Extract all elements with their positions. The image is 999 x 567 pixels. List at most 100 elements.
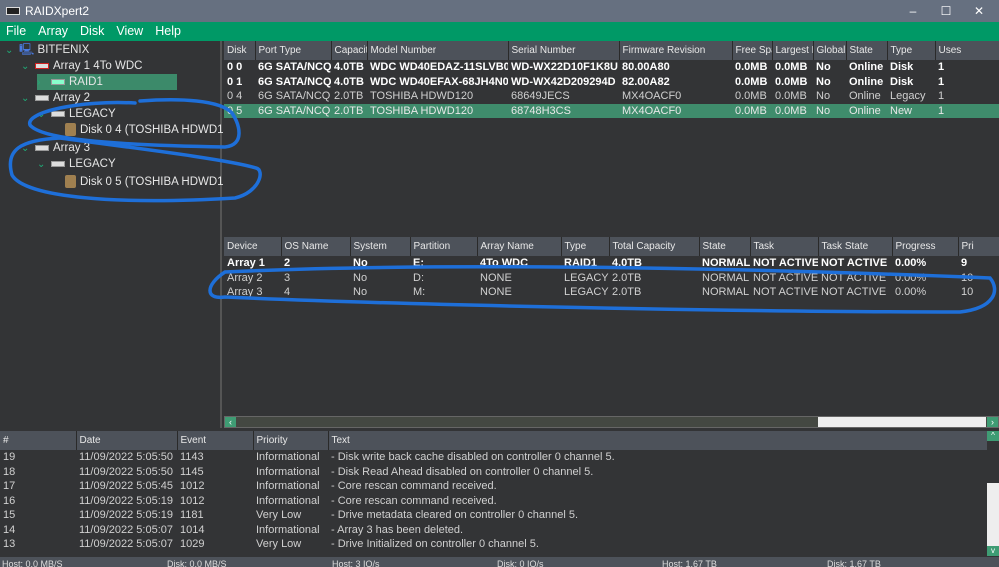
column-header[interactable]: #: [0, 431, 77, 450]
table-cell: NONE: [480, 286, 512, 299]
column-header[interactable]: Progress: [892, 237, 959, 256]
status-field: Host: 3 IO/s: [332, 559, 380, 567]
column-header[interactable]: Task: [750, 237, 819, 256]
menu-help[interactable]: Help: [154, 22, 186, 41]
menu-view[interactable]: View: [115, 22, 148, 41]
column-header[interactable]: Firmware Revision: [619, 41, 733, 60]
column-header[interactable]: Disk: [224, 41, 256, 60]
chevron-down-icon[interactable]: ⌄: [5, 43, 19, 59]
tree-node[interactable]: ⌄ Array 3: [21, 140, 90, 156]
column-header[interactable]: Type: [887, 41, 936, 60]
horizontal-scrollbar[interactable]: ‹ ›: [224, 416, 999, 428]
column-header[interactable]: Date: [76, 431, 178, 450]
status-field: Host: 0.0 MB/S: [2, 559, 63, 567]
table-cell: 1181: [180, 509, 204, 522]
table-cell: 1014: [180, 523, 205, 536]
tree-node-label: Array 3: [53, 142, 91, 154]
table-cell: 4To WDC: [480, 257, 529, 270]
table-row[interactable]: 19 11/09/2022 5:05:50 1143 Informational - D…: [0, 450, 987, 465]
tree-node[interactable]: ⌄ 🖳 BITFENIX: [5, 42, 89, 58]
table-cell: 1012: [180, 494, 205, 507]
tree-node[interactable]: ⌄ Array 1 4To WDC: [21, 58, 142, 74]
table-row[interactable]: Array 1 2 No E: 4To WDC RAID1 4.0TB NORMAL NOT A…: [224, 256, 999, 271]
table-row[interactable]: Array 2 3 No D: NONE LEGACY 2.0TB NORMAL NOT ACT…: [224, 271, 999, 286]
table-row[interactable]: 13 11/09/2022 5:05:07 1029 Very Low - Drive …: [0, 537, 987, 552]
hard-disk-icon: [65, 175, 76, 189]
scroll-track[interactable]: [987, 441, 999, 483]
column-header[interactable]: Total Capacity: [609, 237, 700, 256]
chevron-down-icon[interactable]: ⌄: [21, 91, 35, 107]
hard-disk-icon: [65, 123, 76, 137]
status-field: Disk: 1.67 TB: [827, 559, 881, 567]
tree-node[interactable]: ⌄ LEGACY: [37, 156, 116, 172]
computer-icon: 🖳: [19, 44, 38, 56]
tree-node[interactable]: › RAID1: [37, 74, 177, 90]
column-header[interactable]: Port Type: [255, 41, 332, 60]
chevron-right-icon[interactable]: ›: [37, 75, 51, 91]
chevron-down-icon[interactable]: ⌄: [21, 59, 35, 75]
column-header[interactable]: Event: [177, 431, 254, 450]
column-header[interactable]: Largest Fr: [772, 41, 814, 60]
table-row[interactable]: 18 11/09/2022 5:05:50 1145 Informational - D…: [0, 465, 987, 480]
column-header[interactable]: Priority: [253, 431, 329, 450]
column-header[interactable]: Array Name: [477, 237, 562, 256]
table-cell: LEGACY: [564, 271, 609, 284]
maximize-button[interactable]: ☐: [930, 0, 962, 22]
column-header[interactable]: Task State: [818, 237, 893, 256]
column-header[interactable]: Partition: [410, 237, 478, 256]
table-cell: Legacy: [890, 90, 926, 103]
array-icon: [51, 110, 65, 117]
menu-array[interactable]: Array: [37, 22, 73, 41]
column-header[interactable]: Serial Number: [508, 41, 620, 60]
disk-table: DiskPort TypeCapacityModel NumberSerial …: [224, 41, 999, 118]
scrollbar-thumb[interactable]: [818, 417, 986, 427]
scroll-down-icon[interactable]: v: [987, 546, 999, 556]
table-row[interactable]: 14 11/09/2022 5:05:07 1014 Informational - A…: [0, 523, 987, 538]
chevron-down-icon[interactable]: ⌄: [37, 107, 51, 123]
menu-file[interactable]: File: [5, 22, 31, 41]
scroll-right-icon[interactable]: ›: [987, 417, 998, 427]
table-cell: No: [816, 90, 831, 103]
column-header[interactable]: Uses: [935, 41, 999, 60]
scroll-left-icon[interactable]: ‹: [225, 417, 236, 427]
menu-disk[interactable]: Disk: [79, 22, 109, 41]
table-row[interactable]: 0 0 6G SATA/NCQ 4.0TB WDC WD40EDAZ-11SLVB0 W…: [224, 60, 999, 75]
table-cell: 68748H3CS: [508, 103, 619, 118]
column-header[interactable]: Free Spac: [732, 41, 773, 60]
table-row[interactable]: 15 11/09/2022 5:05:19 1181 Very Low - Drive …: [0, 508, 987, 523]
column-header[interactable]: Type: [561, 237, 610, 256]
column-header[interactable]: Capacity: [331, 41, 368, 60]
minimize-button[interactable]: –: [897, 0, 929, 22]
status-field: Disk: 0.0 MB/S: [167, 559, 227, 567]
header-row: # Date Event Priority Text: [0, 431, 988, 450]
vertical-scrollbar[interactable]: ^ v: [987, 431, 999, 556]
close-button[interactable]: ✕: [963, 0, 995, 22]
tree-node[interactable]: Disk 0 4 (TOSHIBA HDWD120): [65, 122, 240, 138]
tree-node[interactable]: ⌄ LEGACY: [37, 106, 116, 122]
table-row[interactable]: 0 5 6G SATA/NCQ 2.0TB TOSHIBA HDWD120 68748H…: [224, 103, 999, 118]
scroll-up-icon[interactable]: ^: [987, 431, 999, 441]
column-header[interactable]: State: [699, 237, 751, 256]
tree-node[interactable]: ⌄ Array 2: [21, 90, 90, 106]
table-row[interactable]: 16 11/09/2022 5:05:19 1012 Informational - C…: [0, 494, 987, 509]
column-header[interactable]: System: [350, 237, 411, 256]
column-header[interactable]: OS Name: [281, 237, 351, 256]
device-tree: ⌄ 🖳 BITFENIX ⌄ Array 1 4To WDC › RAID1 ⌄ Array …: [0, 41, 240, 428]
table-row[interactable]: 0 1 6G SATA/NCQ 4.0TB WDC WD40EFAX-68JH4N0 W…: [224, 75, 999, 90]
tree-node-label: Disk 0 4 (TOSHIBA HDWD120): [80, 124, 241, 136]
chevron-down-icon[interactable]: ⌄: [37, 157, 51, 173]
column-header[interactable]: Global S: [813, 41, 847, 60]
column-header[interactable]: Device: [224, 237, 282, 256]
table-cell: Online: [849, 61, 884, 74]
tree-node[interactable]: Disk 0 5 (TOSHIBA HDWD120): [65, 174, 240, 190]
column-header[interactable]: State: [846, 41, 888, 60]
table-cell: 0.00%: [895, 271, 927, 284]
table-row[interactable]: Array 3 4 No M: NONE LEGACY 2.0TB NORMAL NOT ACT…: [224, 285, 999, 300]
table-row[interactable]: 0 4 6G SATA/NCQ 2.0TB TOSHIBA HDWD120 68649J…: [224, 89, 999, 104]
table-row[interactable]: 17 11/09/2022 5:05:45 1012 Informational - C…: [0, 479, 987, 494]
column-header[interactable]: Text: [328, 431, 988, 450]
column-header[interactable]: Model Number: [367, 41, 509, 60]
chevron-down-icon[interactable]: ⌄: [21, 141, 35, 157]
column-header[interactable]: Pri: [958, 237, 999, 256]
table-cell: 18: [3, 465, 16, 478]
